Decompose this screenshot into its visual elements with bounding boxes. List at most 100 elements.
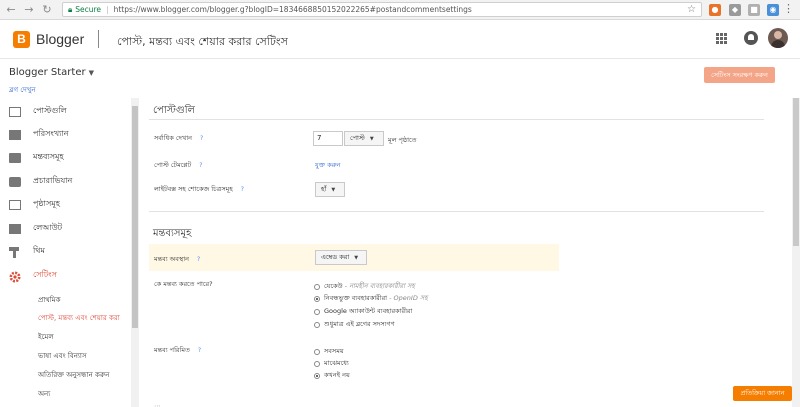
help-icon[interactable]: ? bbox=[241, 186, 244, 193]
sidebar-item-label: পোস্টগুলি bbox=[33, 106, 67, 115]
who-option-members[interactable]: শুধুমাত্র এই ব্লগের সদস্যগণ bbox=[314, 319, 395, 330]
sidebar-item-posts[interactable]: পোস্টগুলি bbox=[0, 100, 130, 123]
sidebar-item-label: লেআউট bbox=[33, 223, 63, 232]
comments-icon bbox=[9, 152, 21, 163]
sidebar-item-stats[interactable]: পরিসংখ্যান bbox=[0, 123, 130, 146]
blogger-logo[interactable]: B bbox=[13, 31, 30, 48]
post-template-label: পোস্ট টেমপ্লেট? bbox=[154, 161, 203, 169]
moderation-option-never[interactable]: কখনই নয় bbox=[314, 370, 350, 381]
secure-label: Secure bbox=[75, 5, 102, 14]
sidebar-item-label: সেটিংস bbox=[33, 270, 57, 279]
who-option-registered[interactable]: নিবন্ধভুক্ত ব্যবহারকারীরা - OpenID সহ bbox=[314, 293, 428, 304]
sidebar-item-label: পরিসংখ্যান bbox=[33, 129, 69, 138]
sidebar-item-earnings[interactable]: প্রচারাভিযান bbox=[0, 170, 130, 193]
settings-sub-basic[interactable]: প্রাথমিক bbox=[38, 294, 61, 306]
browser-menu-icon[interactable]: ⋮ bbox=[783, 2, 794, 15]
who-can-comment-label: কে মন্তব্য করতে পারে? bbox=[154, 280, 213, 288]
post-unit-dropdown[interactable]: পোস্ট ▼ bbox=[344, 131, 384, 146]
comment-location-dropdown[interactable]: এম্বেড করা ▼ bbox=[315, 250, 367, 265]
caret-down-icon: ▼ bbox=[369, 136, 374, 142]
moderation-option-sometimes[interactable]: মাঝেমধ্যে bbox=[314, 358, 349, 369]
show-max-input[interactable]: 7 bbox=[313, 131, 343, 146]
posts-section-title: পোস্টগুলি bbox=[153, 105, 196, 116]
sidebar-item-label: থিম bbox=[33, 246, 45, 255]
bookmark-star-icon[interactable]: ☆ bbox=[687, 4, 696, 15]
who-option-google[interactable]: Google অ্যাকাউন্ট ব্যবহারকারীরা bbox=[314, 306, 412, 317]
send-feedback-button[interactable]: প্রতিক্রিয়া জানান bbox=[733, 386, 792, 401]
blog-name: Blogger Starter bbox=[9, 67, 86, 78]
radio-button[interactable] bbox=[314, 283, 320, 290]
radio-button[interactable] bbox=[314, 348, 320, 355]
radio-button-checked[interactable] bbox=[314, 295, 320, 302]
caret-down-icon: ▼ bbox=[331, 187, 336, 193]
settings-sub-search[interactable]: অতিরিক্ত অনুসন্ধান করুন bbox=[38, 369, 109, 381]
settings-sub-other[interactable]: অন্য bbox=[38, 388, 50, 400]
sidebar-item-label: পৃষ্ঠাসমূহ bbox=[33, 199, 60, 208]
caret-down-icon: ▼ bbox=[354, 255, 359, 261]
back-icon[interactable]: ← bbox=[4, 3, 18, 17]
extension-icon-3[interactable]: ◉ bbox=[767, 4, 779, 16]
comment-location-label: মন্তব্য অবস্থান? bbox=[154, 255, 201, 263]
caret-down-icon: ▼ bbox=[88, 69, 94, 77]
header-divider bbox=[98, 30, 99, 48]
address-bar[interactable]: 🔒︎ Secure | https://www.blogger.com/blog… bbox=[62, 2, 702, 17]
theme-icon bbox=[9, 246, 21, 258]
stats-icon bbox=[9, 129, 21, 140]
cut-off-label: ⋯ bbox=[154, 402, 161, 407]
help-icon[interactable]: ? bbox=[200, 135, 203, 142]
settings-sub-email[interactable]: ইমেল bbox=[38, 331, 54, 343]
sidebar-item-settings[interactable]: সেটিংস bbox=[0, 264, 130, 287]
moderation-option-always[interactable]: সবসময় bbox=[314, 346, 344, 357]
sidebar-item-label: প্রচারাভিযান bbox=[33, 176, 73, 185]
on-home-text: মূল পৃষ্ঠাতে bbox=[388, 136, 417, 144]
lightbox-label: লাইটবক্স সহ শোকেজ চিত্রসমূহ? bbox=[154, 185, 244, 193]
apps-grid-icon[interactable] bbox=[716, 33, 727, 44]
posts-icon bbox=[9, 106, 21, 117]
blog-selector[interactable]: Blogger Starter ▼ bbox=[9, 67, 94, 78]
radio-button-checked[interactable] bbox=[314, 372, 320, 379]
gear-icon bbox=[9, 271, 21, 282]
extension-icon-2[interactable]: ■ bbox=[748, 4, 760, 16]
sidebar-item-pages[interactable]: পৃষ্ঠাসমূহ bbox=[0, 193, 130, 216]
show-max-label: সর্বাধিক দেখান? bbox=[154, 134, 204, 142]
section-divider bbox=[149, 211, 764, 212]
lightbox-dropdown[interactable]: হাঁ ▼ bbox=[315, 182, 345, 197]
page-title: পোস্ট, মন্তব্য এবং শেয়ার করার সেটিংস bbox=[117, 35, 288, 48]
forward-icon[interactable]: → bbox=[22, 3, 36, 17]
url-text: https://www.blogger.com/blogger.g?blogID… bbox=[113, 5, 472, 14]
sidebar: পোস্টগুলি পরিসংখ্যান মন্তব্যসমূহ প্রচারা… bbox=[0, 98, 140, 407]
view-blog-link[interactable]: ব্লগ দেখুন bbox=[9, 84, 36, 96]
sidebar-scroll-thumb[interactable] bbox=[132, 106, 138, 328]
brand-name[interactable]: Blogger bbox=[36, 31, 84, 47]
sidebar-item-layout[interactable]: লেআউট bbox=[0, 217, 130, 240]
help-icon[interactable]: ? bbox=[199, 162, 202, 169]
main-scroll-thumb[interactable] bbox=[793, 98, 799, 246]
sidebar-item-comments[interactable]: মন্তব্যসমূহ bbox=[0, 146, 130, 169]
notifications-icon[interactable] bbox=[744, 31, 758, 45]
reload-icon[interactable]: ↻ bbox=[40, 3, 54, 17]
extension-icon[interactable]: ● bbox=[709, 4, 721, 16]
app-header: B Blogger পোস্ট, মন্তব্য এবং শেয়ার করার… bbox=[0, 21, 800, 59]
avatar[interactable] bbox=[768, 28, 788, 48]
settings-sub-language[interactable]: ভাষা এবং বিন্যাস bbox=[38, 350, 87, 362]
sidebar-item-theme[interactable]: থিম bbox=[0, 240, 130, 263]
radio-button[interactable] bbox=[314, 321, 320, 328]
add-template-link[interactable]: যুক্ত করুন bbox=[315, 160, 341, 171]
radio-button[interactable] bbox=[314, 308, 320, 315]
who-option-anyone[interactable]: যেকেউ - নামহীন ব্যবহারকারীরা সহ bbox=[314, 281, 415, 292]
help-icon[interactable]: ? bbox=[197, 256, 200, 263]
help-icon[interactable]: ? bbox=[198, 347, 201, 354]
shield-extension-icon[interactable]: ◆ bbox=[729, 4, 741, 16]
comment-moderation-label: মন্তব্য পরিমিত? bbox=[154, 346, 202, 354]
comments-section-title: মন্তব্যসমূহ bbox=[153, 228, 192, 239]
radio-button[interactable] bbox=[314, 360, 320, 367]
section-divider bbox=[149, 119, 764, 120]
pages-icon bbox=[9, 199, 21, 210]
earnings-icon bbox=[9, 176, 21, 187]
layout-icon bbox=[9, 223, 21, 234]
sidebar-item-label: মন্তব্যসমূহ bbox=[33, 152, 64, 161]
settings-sub-posts-comments[interactable]: পোস্ট, মন্তব্য এবং শেয়ার করা bbox=[38, 312, 120, 324]
lock-icon: 🔒︎ bbox=[68, 4, 73, 14]
save-settings-button[interactable]: সেটিংস সংরক্ষণ করুন bbox=[704, 67, 775, 83]
browser-toolbar: ← → ↻ 🔒︎ Secure | https://www.blogger.co… bbox=[0, 0, 800, 20]
